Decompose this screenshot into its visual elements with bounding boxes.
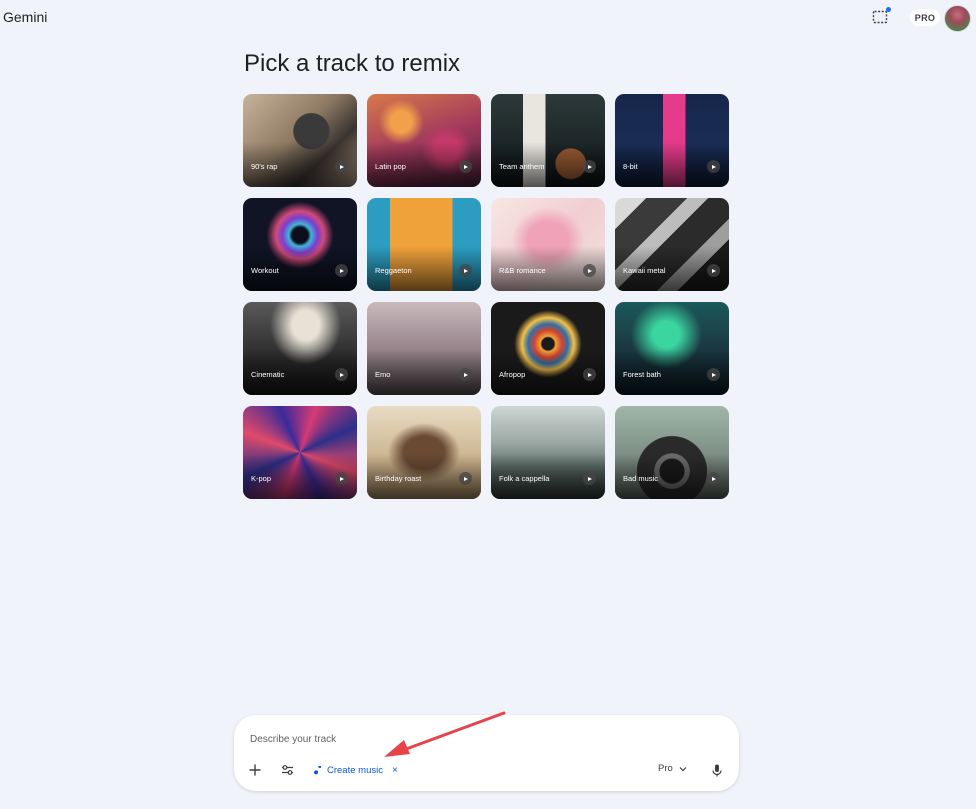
- track-label: Folk a cappella: [499, 474, 550, 483]
- track-card[interactable]: Team anthem: [491, 94, 605, 187]
- gemini-app: Gemini PRO Pick a track to remix 90's ra…: [0, 0, 976, 809]
- play-icon[interactable]: [583, 368, 596, 381]
- track-label: Team anthem: [499, 162, 545, 171]
- track-card[interactable]: Folk a cappella: [491, 406, 605, 499]
- track-card[interactable]: Birthday roast: [367, 406, 481, 499]
- play-icon[interactable]: [459, 160, 472, 173]
- create-music-label: Create music: [327, 764, 383, 776]
- close-icon[interactable]: ×: [392, 765, 398, 776]
- play-icon[interactable]: [459, 472, 472, 485]
- track-card[interactable]: Cinematic: [243, 302, 357, 395]
- track-label: Birthday roast: [375, 474, 422, 483]
- play-icon[interactable]: [335, 472, 348, 485]
- track-card[interactable]: Bad music: [615, 406, 729, 499]
- screen-share-icon[interactable]: [872, 7, 891, 24]
- play-icon[interactable]: [707, 160, 720, 173]
- track-label: Emo: [375, 370, 391, 379]
- track-card[interactable]: Reggaeton: [367, 198, 481, 291]
- page-title: Pick a track to remix: [244, 50, 461, 77]
- prompt-input[interactable]: [250, 731, 720, 747]
- create-music-chip[interactable]: Create music ×: [313, 762, 398, 778]
- model-selector[interactable]: Pro: [658, 763, 687, 774]
- play-icon[interactable]: [583, 472, 596, 485]
- track-grid: 90's rap Latin pop Team anthem 8-bit Wor…: [243, 94, 730, 499]
- track-label: Bad music: [623, 474, 659, 483]
- track-label: 8-bit: [623, 162, 638, 171]
- track-label: Latin pop: [375, 162, 406, 171]
- track-label: Cinematic: [251, 370, 285, 379]
- play-icon[interactable]: [707, 472, 720, 485]
- play-icon[interactable]: [583, 160, 596, 173]
- track-card[interactable]: 90's rap: [243, 94, 357, 187]
- track-card[interactable]: K-pop: [243, 406, 357, 499]
- play-icon[interactable]: [707, 264, 720, 277]
- track-label: K-pop: [251, 474, 272, 483]
- microphone-icon[interactable]: [706, 759, 728, 781]
- model-label: Pro: [658, 763, 673, 774]
- notification-dot: [886, 7, 891, 12]
- track-card[interactable]: Emo: [367, 302, 481, 395]
- play-icon[interactable]: [583, 264, 596, 277]
- track-card[interactable]: R&B romance: [491, 198, 605, 291]
- track-label: Workout: [251, 266, 279, 275]
- play-icon[interactable]: [335, 264, 348, 277]
- track-card[interactable]: Kawaii metal: [615, 198, 729, 291]
- music-note-icon: [314, 765, 321, 774]
- play-icon[interactable]: [459, 264, 472, 277]
- play-icon[interactable]: [335, 368, 348, 381]
- track-card[interactable]: 8-bit: [615, 94, 729, 187]
- track-label: R&B romance: [499, 266, 546, 275]
- track-card[interactable]: Afropop: [491, 302, 605, 395]
- track-card[interactable]: Workout: [243, 198, 357, 291]
- play-icon[interactable]: [335, 160, 348, 173]
- chevron-down-icon: [679, 766, 687, 771]
- track-card[interactable]: Latin pop: [367, 94, 481, 187]
- track-label: Afropop: [499, 370, 526, 379]
- prompt-composer: Create music × Pro: [234, 715, 739, 791]
- track-label: Forest bath: [623, 370, 661, 379]
- add-icon[interactable]: [244, 759, 266, 781]
- track-label: Reggaeton: [375, 266, 412, 275]
- pro-badge: PRO: [910, 9, 940, 26]
- play-icon[interactable]: [459, 368, 472, 381]
- avatar[interactable]: [944, 5, 971, 32]
- track-label: Kawaii metal: [623, 266, 666, 275]
- track-card[interactable]: Forest bath: [615, 302, 729, 395]
- tools-icon[interactable]: [276, 759, 298, 781]
- app-title[interactable]: Gemini: [3, 9, 47, 25]
- track-label: 90's rap: [251, 162, 278, 171]
- play-icon[interactable]: [707, 368, 720, 381]
